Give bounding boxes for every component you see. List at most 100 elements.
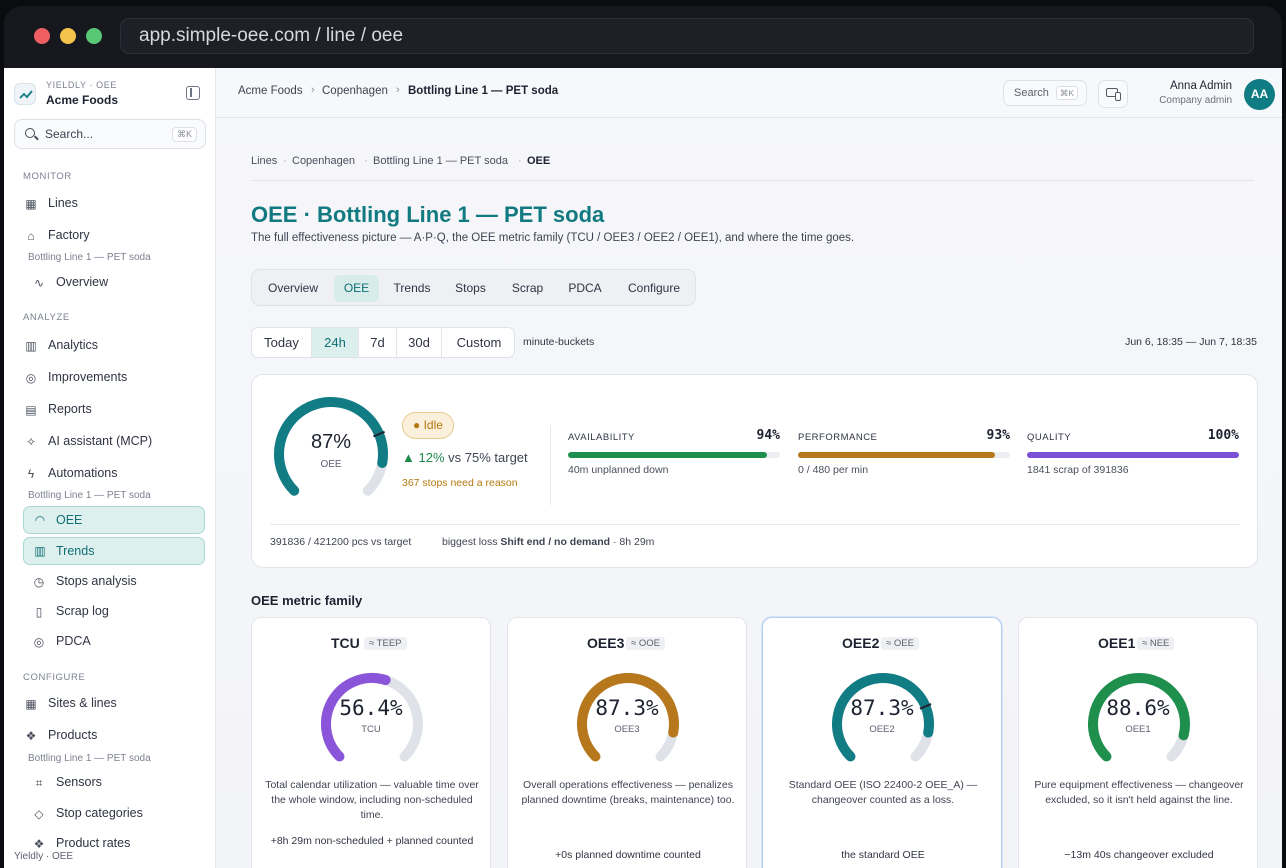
section-monitor: MONITOR bbox=[23, 171, 72, 182]
card-description: Pure equipment effectiveness — changeove… bbox=[1034, 779, 1244, 806]
section-configure: CONFIGURE bbox=[23, 672, 86, 683]
sidebar-item-products[interactable]: ❖ Products bbox=[24, 725, 204, 747]
sidebar-item-lines[interactable]: ▦ Lines bbox=[24, 193, 204, 215]
range-custom[interactable]: Custom bbox=[442, 328, 514, 357]
range-7d[interactable]: 7d bbox=[359, 328, 397, 357]
devices-button[interactable] bbox=[1098, 80, 1128, 108]
brand[interactable]: YIELDLY · OEE Acme Foods bbox=[14, 80, 204, 110]
range-30d[interactable]: 30d bbox=[397, 328, 442, 357]
sidebar-item-factory[interactable]: ⌂ Factory bbox=[24, 225, 204, 247]
main-content: Acme Foods › Copenhagen › Bottling Line … bbox=[216, 68, 1282, 868]
metric-card-tcu[interactable]: TCU ≈ TEEP 56.4% TCU Total calendar util… bbox=[251, 617, 491, 868]
stopwatch-icon: ◷ bbox=[33, 575, 45, 589]
sidebar-item-oee[interactable]: ◠ OEE bbox=[23, 506, 205, 534]
sparkle-icon: ✧ bbox=[25, 435, 37, 449]
sidebar-item-overview[interactable]: ∿ Overview bbox=[32, 272, 212, 294]
time-range-selector: Today 24h 7d 30d Custom bbox=[251, 327, 515, 358]
page-tabs: Overview OEE Trends Stops Scrap PDCA Con… bbox=[251, 269, 696, 306]
metric-value: 94% bbox=[756, 428, 780, 443]
avatar[interactable]: AA bbox=[1244, 79, 1275, 110]
stops-need-reason[interactable]: 367 stops need a reason bbox=[402, 477, 518, 489]
divider bbox=[270, 524, 1240, 525]
line-caption: Bottling Line 1 — PET soda bbox=[28, 490, 151, 501]
metric-card-oee3[interactable]: OEE3 ≈ OOE 87.3% OEE3 Overall operations… bbox=[507, 617, 747, 868]
maximize-window-dot[interactable] bbox=[86, 28, 102, 44]
top-search-button[interactable]: Search ⌘K bbox=[1003, 80, 1087, 106]
sidebar-item-label: Overview bbox=[56, 275, 109, 289]
search-icon bbox=[25, 128, 35, 138]
metric-card-oee1[interactable]: OEE1 ≈ NEE 88.6% OEE1 Pure equipment eff… bbox=[1018, 617, 1258, 868]
range-24h[interactable]: 24h bbox=[312, 328, 359, 357]
card-extra: the standard OEE bbox=[841, 849, 925, 861]
sidebar-item-trends[interactable]: ▥ Trends bbox=[23, 537, 205, 565]
metric-value: 93% bbox=[986, 428, 1010, 443]
sidebar-item-analytics[interactable]: ▥ Analytics bbox=[24, 335, 204, 357]
sidebar-item-automations[interactable]: ϟ Automations bbox=[24, 463, 204, 485]
card-gauge-label: OEE3 bbox=[614, 724, 640, 735]
breadcrumb-site[interactable]: Copenhagen bbox=[322, 85, 388, 97]
user-name: Anna Admin bbox=[1169, 80, 1232, 92]
sidebar-search-input[interactable]: Search... ⌘K bbox=[14, 119, 206, 149]
sidebar-item-pdca[interactable]: ◎ PDCA bbox=[32, 631, 212, 653]
range-today[interactable]: Today bbox=[252, 328, 312, 357]
sidebar-item-ai-assistant[interactable]: ✧ AI assistant (MCP) bbox=[24, 431, 204, 453]
page-title: OEE · Bottling Line 1 — PET soda bbox=[251, 202, 605, 227]
sidebar-item-stop-categories[interactable]: ◇ Stop categories bbox=[32, 803, 212, 825]
page-breadcrumb-current: OEE bbox=[527, 155, 551, 167]
bucket-granularity: minute-buckets bbox=[523, 336, 595, 348]
sidebar-item-sites-lines[interactable]: ▦ Sites & lines bbox=[24, 693, 204, 715]
building-icon: ▦ bbox=[25, 697, 37, 711]
brand-name: Acme Foods bbox=[46, 93, 119, 107]
breadcrumb-line[interactable]: Bottling Line 1 — PET soda bbox=[408, 85, 558, 97]
tab-scrap[interactable]: Scrap bbox=[502, 275, 553, 302]
page-breadcrumb-site[interactable]: Copenhagen bbox=[292, 155, 355, 167]
chevron-right-icon: › bbox=[396, 84, 400, 96]
tab-overview[interactable]: Overview bbox=[258, 275, 328, 302]
date-range: Jun 6, 18:35 — Jun 7, 18:35 bbox=[1125, 336, 1257, 348]
sidebar-item-label: PDCA bbox=[56, 634, 91, 648]
page-breadcrumb-lines[interactable]: Lines bbox=[251, 155, 277, 167]
sidebar-item-reports[interactable]: ▤ Reports bbox=[24, 399, 204, 421]
metric-note: 40m unplanned down bbox=[568, 464, 669, 476]
sidebar-item-label: Factory bbox=[48, 228, 90, 242]
sidebar-item-stops-analysis[interactable]: ◷ Stops analysis bbox=[32, 571, 212, 593]
grid-icon: ▦ bbox=[25, 197, 37, 211]
card-gauge-label: OEE1 bbox=[1125, 724, 1151, 735]
tab-pdca[interactable]: PDCA bbox=[559, 275, 611, 302]
tab-trends[interactable]: Trends bbox=[385, 275, 439, 302]
metric-bar bbox=[1027, 452, 1239, 458]
sidebar-item-label: AI assistant (MCP) bbox=[48, 434, 153, 448]
metric-bar-fill bbox=[798, 452, 996, 458]
sidebar-item-improvements[interactable]: ◎ Improvements bbox=[24, 367, 204, 389]
bar-chart-icon: ▥ bbox=[25, 339, 37, 353]
breadcrumb-company[interactable]: Acme Foods bbox=[238, 85, 303, 97]
card-value: 56.4% bbox=[339, 696, 403, 720]
oee-value: 87% bbox=[310, 431, 352, 453]
sidebar-item-label: Products bbox=[48, 728, 98, 742]
tab-configure[interactable]: Configure bbox=[617, 275, 691, 302]
tag-icon: ◇ bbox=[34, 807, 44, 821]
minimize-window-dot[interactable] bbox=[60, 28, 76, 44]
tab-stops[interactable]: Stops bbox=[445, 275, 496, 302]
close-window-dot[interactable] bbox=[34, 28, 50, 44]
oee-gauge bbox=[274, 397, 388, 496]
page-subtitle: The full effectiveness picture — A·P·Q, … bbox=[251, 232, 855, 244]
sidebar-item-sensors[interactable]: ⌗ Sensors bbox=[32, 772, 212, 794]
sidebar: YIELDLY · OEE Acme Foods Search... ⌘K MO… bbox=[4, 68, 216, 868]
tab-oee[interactable]: OEE bbox=[334, 275, 379, 302]
url-bar[interactable]: app.simple-oee.com / line / oee bbox=[120, 18, 1254, 54]
section-title: OEE metric family bbox=[251, 593, 363, 608]
breadcrumb-separator: · bbox=[364, 155, 368, 167]
line-caption: Bottling Line 1 — PET soda bbox=[28, 753, 151, 764]
page-breadcrumb-line[interactable]: Bottling Line 1 — PET soda bbox=[373, 155, 508, 167]
bar-chart-icon: ▥ bbox=[34, 544, 46, 558]
oee-label: OEE bbox=[320, 459, 342, 470]
browser-window: app.simple-oee.com / line / oee YIELDLY … bbox=[4, 6, 1282, 868]
collapse-sidebar-icon[interactable] bbox=[186, 86, 200, 100]
user-role: Company admin bbox=[1159, 95, 1232, 106]
brand-subtitle: YIELDLY · OEE bbox=[46, 80, 117, 90]
card-description: Total calendar utilization — valuable ti… bbox=[265, 779, 479, 821]
sidebar-item-scrap-log[interactable]: ▯ Scrap log bbox=[32, 601, 212, 623]
metric-card-oee2[interactable]: OEE2 ≈ OEE 87.3% OEE2 Standard OEE (ISO … bbox=[762, 617, 1002, 868]
metric-bar bbox=[798, 452, 1010, 458]
